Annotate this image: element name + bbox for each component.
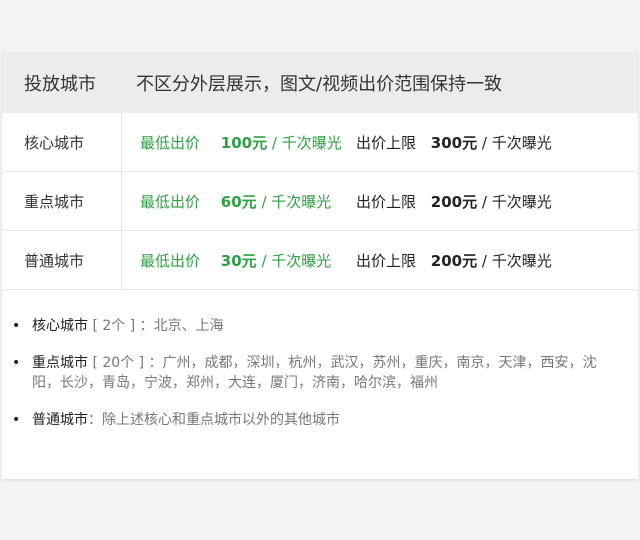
- max-bid-label: 出价上限: [356, 192, 417, 211]
- max-bid: 出价上限 200元 / 千次曝光: [356, 191, 552, 212]
- min-bid: 最低出价 60元 / 千次曝光: [122, 191, 356, 212]
- city-tier-name: 普通城市: [2, 231, 122, 289]
- bullet-icon: •: [12, 412, 21, 428]
- city-tier-name: 核心城市: [2, 113, 122, 171]
- table-row: 普通城市 最低出价 30元 / 千次曝光 出价上限 200元 / 千次曝光: [2, 230, 638, 289]
- min-bid-unit: / 千次曝光: [261, 251, 332, 270]
- max-bid-unit: / 千次曝光: [481, 192, 552, 211]
- min-bid-amount: 60元: [220, 192, 257, 211]
- list-item: • 重点城市 [ 20个 ] ：广州，成都，深圳，杭州，武汉，苏州，重庆，南京，…: [12, 353, 620, 393]
- list-item: • 普通城市：除上述核心和重点城市以外的其他城市: [12, 410, 620, 430]
- note-detail: [ 2个 ] ：北京、上海: [88, 318, 224, 334]
- min-bid-unit: / 千次曝光: [271, 133, 342, 152]
- min-bid-amount: 100元: [220, 133, 268, 152]
- city-notes: • 核心城市 [ 2个 ] ：北京、上海 • 重点城市 [ 20个 ] ：广州，…: [2, 290, 638, 430]
- city-tier-name: 重点城市: [2, 172, 122, 230]
- max-bid-amount: 200元: [430, 251, 478, 270]
- min-bid-unit: / 千次曝光: [261, 192, 332, 211]
- min-bid: 最低出价 100元 / 千次曝光: [122, 132, 356, 153]
- max-bid-amount: 300元: [430, 133, 478, 152]
- min-bid-label: 最低出价: [140, 192, 201, 211]
- table-row: 重点城市 最低出价 60元 / 千次曝光 出价上限 200元 / 千次曝光: [2, 171, 638, 230]
- note-text: 普通城市：除上述核心和重点城市以外的其他城市: [32, 410, 340, 430]
- min-bid: 最低出价 30元 / 千次曝光: [122, 250, 356, 271]
- max-bid-label: 出价上限: [356, 251, 417, 270]
- note-detail: [ 20个 ] ：广州，成都，深圳，杭州，武汉，苏州，重庆，南京，天津，西安，沈…: [32, 355, 597, 391]
- pricing-card: 投放城市 不区分外层展示，图文/视频出价范围保持一致 核心城市 最低出价 100…: [2, 53, 638, 479]
- header-city-column: 投放城市: [24, 74, 96, 95]
- note-label: 普通城市: [32, 412, 88, 428]
- bullet-icon: •: [12, 318, 21, 334]
- min-bid-label: 最低出价: [140, 251, 201, 270]
- max-bid-amount: 200元: [430, 192, 478, 211]
- note-label: 核心城市: [32, 318, 88, 334]
- max-bid: 出价上限 200元 / 千次曝光: [356, 250, 552, 271]
- header-description: 不区分外层展示，图文/视频出价范围保持一致: [136, 74, 503, 95]
- note-label: 重点城市: [32, 355, 88, 371]
- note-detail: ：除上述核心和重点城市以外的其他城市: [88, 412, 340, 428]
- min-bid-label: 最低出价: [140, 133, 201, 152]
- max-bid-unit: / 千次曝光: [481, 133, 552, 152]
- max-bid-label: 出价上限: [356, 133, 417, 152]
- max-bid-unit: / 千次曝光: [481, 251, 552, 270]
- bullet-icon: •: [12, 355, 21, 371]
- table-header: 投放城市 不区分外层展示，图文/视频出价范围保持一致: [2, 53, 638, 113]
- pricing-rows: 核心城市 最低出价 100元 / 千次曝光 出价上限 300元 / 千次曝光 重…: [2, 113, 638, 290]
- min-bid-amount: 30元: [220, 251, 257, 270]
- table-row: 核心城市 最低出价 100元 / 千次曝光 出价上限 300元 / 千次曝光: [2, 113, 638, 171]
- note-text: 重点城市 [ 20个 ] ：广州，成都，深圳，杭州，武汉，苏州，重庆，南京，天津…: [32, 353, 620, 393]
- list-item: • 核心城市 [ 2个 ] ：北京、上海: [12, 316, 620, 336]
- note-text: 核心城市 [ 2个 ] ：北京、上海: [32, 316, 224, 336]
- max-bid: 出价上限 300元 / 千次曝光: [356, 132, 552, 153]
